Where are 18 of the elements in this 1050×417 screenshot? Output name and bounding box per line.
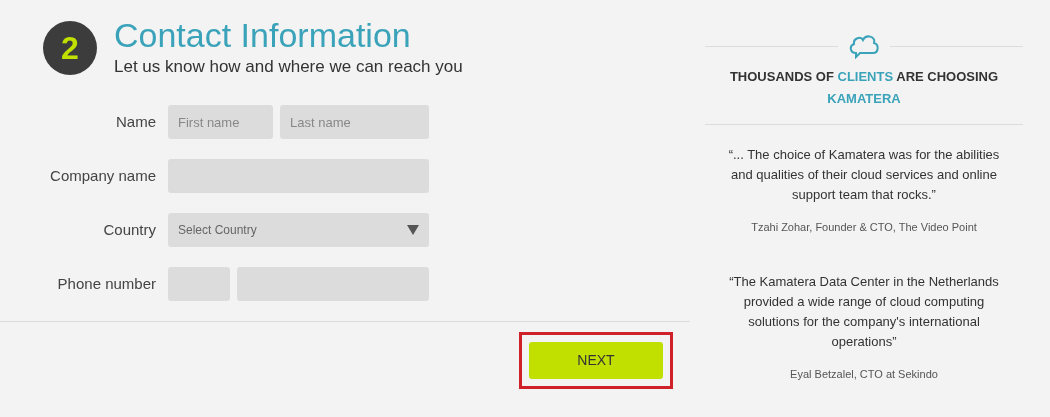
testimonial-quote: “... The choice of Kamatera was for the abilities and qualities of their cloud services and online support team that rocks.”: [727, 146, 1001, 204]
field-label: Company name: [49, 165, 157, 186]
country-select[interactable]: Select Country: [168, 213, 429, 247]
clients-headline: THOUSANDS OF CLIENTS ARE CHOOSING KAMATERA: [728, 68, 1000, 108]
page-subtitle: Let us know how and where we can reach you: [114, 56, 463, 78]
page-title: Contact Information: [114, 16, 412, 54]
testimonial-quote: “The Kamatera Data Center in the Netherlands provided a wide range of cloud computing solutions for the company's international operations”: [728, 272, 1000, 351]
testimonial-author: Tzahi Zohar, Founder & CTO, The Video Point: [751, 220, 977, 235]
step-number: 2: [43, 21, 97, 75]
speech-cloud-icon: [848, 33, 880, 59]
field-label: Phone number: [56, 273, 157, 294]
field-label: Country: [102, 219, 157, 240]
testimonial-author: Eyal Betzalel, CTO at Sekindo: [790, 366, 938, 382]
last-name-field[interactable]: Last name: [280, 105, 429, 139]
next-button[interactable]: NEXT: [529, 342, 663, 379]
first-name-field[interactable]: First name: [168, 105, 273, 139]
field-label: Name: [115, 111, 157, 132]
dropdown-arrow-icon: [407, 225, 419, 235]
